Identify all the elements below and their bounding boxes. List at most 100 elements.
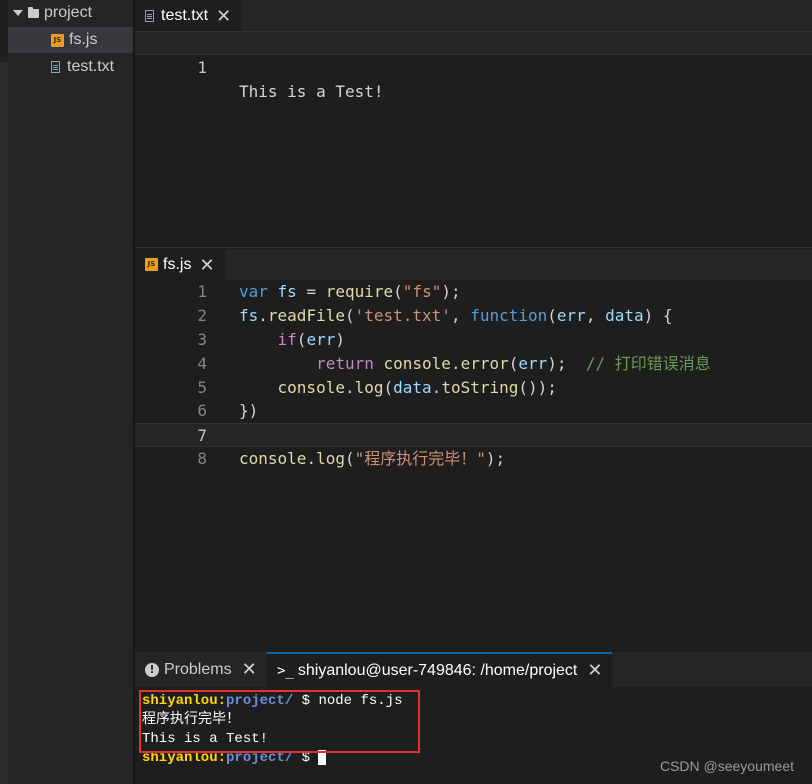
code-token: = — [296, 282, 326, 301]
code-token: // 打印错误消息 — [585, 353, 711, 373]
tab-terminal[interactable]: >_ shiyanlou@user-749846: /home/project … — [267, 652, 613, 687]
file-label: test.txt — [67, 58, 115, 75]
code-token: ()); — [518, 377, 557, 397]
code-token: data — [393, 377, 432, 397]
code-token: . — [431, 377, 442, 397]
explorer-sidebar: project JS fs.js test.txt — [8, 0, 134, 784]
code-token: ) { — [643, 305, 673, 325]
code-line: 4 return console.error(err); // 打印错误消息 — [135, 352, 812, 376]
code-token: fs — [239, 305, 259, 325]
line-number: 5 — [197, 377, 207, 397]
code-token: ( — [344, 305, 355, 325]
code-token: ) — [335, 329, 345, 349]
terminal-icon: >_ — [277, 662, 294, 679]
line-text: }) — [239, 399, 258, 423]
code-token: . — [258, 305, 268, 325]
code-line: 8 console.log("程序执行完毕！"); — [135, 447, 812, 471]
text-file-icon — [51, 61, 60, 73]
folder-label: project — [44, 4, 93, 21]
code-token: readFile — [267, 305, 345, 325]
code-token: console — [277, 377, 345, 397]
code-token: return — [316, 353, 374, 373]
line-number: 1 — [197, 57, 207, 77]
close-icon[interactable]: ✕ — [216, 7, 231, 25]
code-token: }) — [239, 401, 259, 421]
tab-label: shiyanlou@user-749846: /home/project — [297, 661, 578, 679]
line-number: 6 — [197, 401, 207, 421]
code-token: , — [585, 305, 606, 325]
code-line: 5 console.log(data.toString()); — [135, 376, 812, 400]
line-text: This is a Test! — [239, 81, 384, 101]
watermark: CSDN @seeyoumeet — [659, 758, 794, 774]
code-area[interactable]: 1 var fs = require("fs"); 2 fs.readFile('te… — [135, 280, 812, 471]
close-icon[interactable]: ✕ — [199, 256, 214, 274]
code-token: err — [556, 305, 586, 325]
code-token: "程序执行完毕！" — [354, 449, 486, 469]
code-line: 3 if(err) — [135, 328, 812, 352]
line-number: 7 — [197, 426, 207, 446]
code-token: ( — [383, 377, 394, 397]
code-token: . — [306, 449, 317, 469]
activity-bar-top — [0, 0, 8, 62]
activity-bar — [0, 0, 8, 784]
code-token: console — [239, 449, 307, 469]
editor-pane-fs-js: JS fs.js ✕ 1 var fs = require("fs"); 2 fs.r… — [135, 249, 812, 652]
code-token: err — [518, 353, 548, 373]
code-token: log — [354, 377, 384, 397]
tree-item-test-txt[interactable]: test.txt — [8, 54, 134, 80]
code-token: , — [450, 305, 471, 325]
code-token: . — [344, 377, 355, 397]
code-token: fs — [277, 282, 297, 301]
code-token: if — [277, 329, 297, 349]
line-text: if(err) — [239, 328, 345, 352]
highlight-box — [139, 690, 420, 753]
tab-problems[interactable]: ! Problems ✕ — [135, 652, 267, 687]
editor-pane-test-txt: test.txt ✕ 1 This is a Test! — [135, 0, 812, 248]
code-area[interactable]: 1 This is a Test! — [135, 31, 812, 101]
code-token: err — [306, 329, 336, 349]
tab-label: test.txt — [161, 6, 209, 24]
folder-icon — [28, 6, 39, 18]
code-token: console — [383, 353, 451, 373]
code-token: function — [470, 305, 548, 325]
code-token: . — [450, 353, 461, 373]
code-token: ( — [393, 282, 403, 301]
code-token: var — [239, 282, 268, 301]
code-token: ( — [547, 305, 557, 325]
line-number: 8 — [197, 449, 207, 469]
text-file-icon — [145, 9, 154, 22]
code-token: 'test.txt' — [354, 305, 451, 325]
close-icon[interactable]: ✕ — [242, 659, 257, 680]
tab-label: fs.js — [163, 255, 192, 273]
line-number: 3 — [197, 329, 207, 349]
code-token: data — [605, 305, 644, 325]
pane-divider — [135, 247, 812, 248]
editor-tabbar: test.txt ✕ — [135, 0, 812, 31]
tab-fs-js[interactable]: JS fs.js ✕ — [135, 249, 225, 280]
tab-label: Problems — [164, 660, 232, 678]
tree-folder-project[interactable]: project — [8, 0, 134, 26]
code-token: ( — [344, 449, 355, 469]
code-line: 6}) — [135, 399, 812, 423]
code-token: ( — [508, 353, 519, 373]
code-line: 1 This is a Test! — [135, 31, 812, 101]
tree-item-fs-js[interactable]: JS fs.js — [8, 27, 134, 53]
line-number: 2 — [197, 305, 207, 325]
line-number: 1 — [197, 282, 207, 301]
code-line: 2 fs.readFile('test.txt', function(err, d… — [135, 304, 812, 328]
line-text: console.log(data.toString()); — [239, 376, 557, 400]
info-icon: ! — [145, 662, 159, 677]
tab-test-txt[interactable]: test.txt ✕ — [135, 0, 242, 31]
js-file-icon: JS — [51, 33, 64, 47]
code-token: ); — [547, 353, 586, 373]
editor-tabbar: JS fs.js ✕ — [135, 249, 812, 280]
code-token: ( — [296, 329, 307, 349]
line-text: console.log("程序执行完毕！"); — [239, 447, 505, 471]
file-label: fs.js — [69, 31, 98, 48]
close-icon[interactable]: ✕ — [587, 660, 602, 681]
code-line: 1 var fs = require("fs"); — [135, 280, 812, 304]
